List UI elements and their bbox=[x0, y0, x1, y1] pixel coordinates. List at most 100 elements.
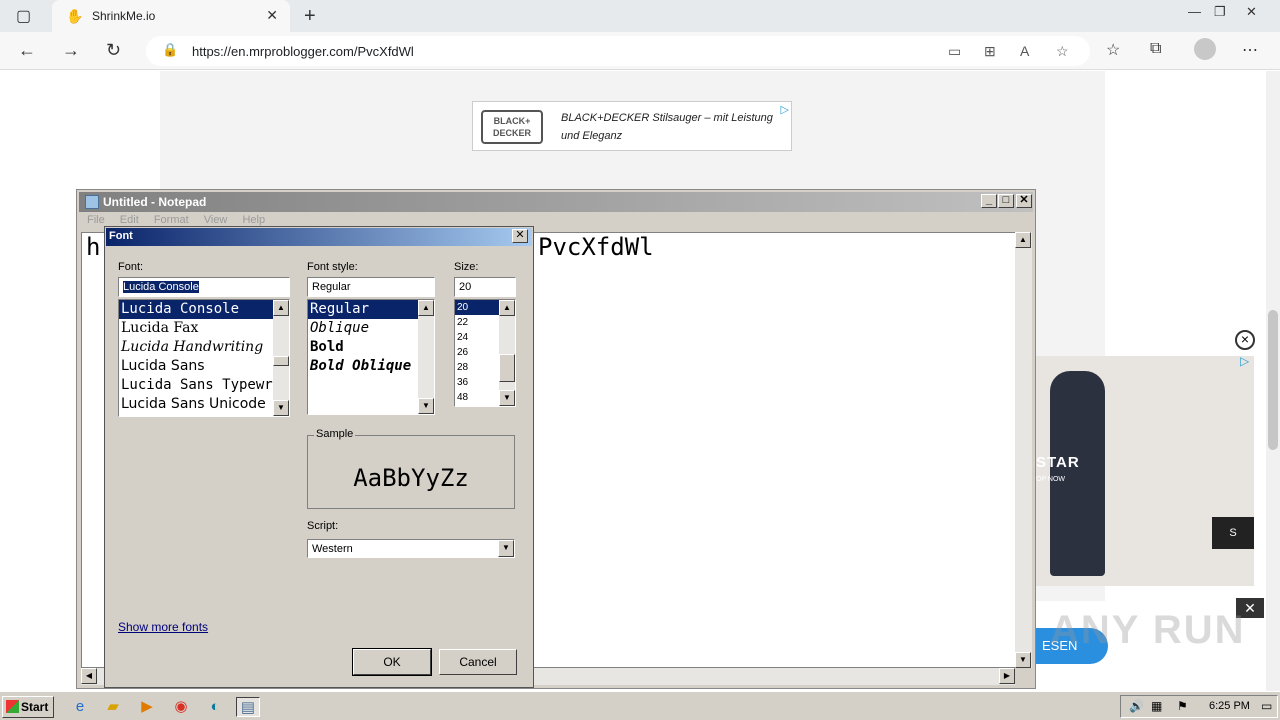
font-item-lucida-sans[interactable]: Lucida Sans bbox=[119, 357, 289, 376]
font-item-lucida-console[interactable]: Lucida Console bbox=[119, 300, 289, 319]
show-more-fonts-link[interactable]: Show more fonts bbox=[118, 620, 208, 634]
notepad-vertical-scrollbar[interactable]: ▲ ▼ bbox=[1015, 232, 1032, 668]
side-fashion-ad[interactable]: STAR OP NOW bbox=[1036, 356, 1254, 586]
style-item-bold-oblique[interactable]: Bold Oblique bbox=[308, 357, 434, 376]
address-bar[interactable]: 🔒 https://en.mrproblogger.com/PvcXfdWl ▭… bbox=[146, 36, 1090, 66]
clock[interactable]: 6:25 PM bbox=[1209, 700, 1250, 712]
window-minimize-button[interactable]: — bbox=[1188, 4, 1201, 19]
style-item-regular[interactable]: Regular bbox=[308, 300, 434, 319]
menu-file[interactable]: File bbox=[87, 214, 105, 226]
style-list-scrollbar[interactable]: ▲ ▼ bbox=[418, 300, 434, 414]
font-item-lucida-handwriting[interactable]: Lucida Handwriting bbox=[119, 338, 289, 357]
size-input[interactable]: 20 bbox=[454, 277, 516, 297]
font-item-lucida-sans-typewriter[interactable]: Lucida Sans Typewriter bbox=[119, 376, 289, 395]
size-list[interactable]: 20 22 24 26 28 36 48 ▲ ▼ bbox=[454, 299, 516, 407]
taskbar: Start e ▰ ▶ ◉ ◐ ▤ 🔊 ▦ ⚑ 6:25 PM ▭ bbox=[0, 691, 1280, 720]
window-restore-button[interactable]: ❐ bbox=[1214, 4, 1226, 20]
size-list-scrollbar[interactable]: ▲ ▼ bbox=[499, 300, 515, 406]
add-favorite-icon[interactable]: ☆ bbox=[1056, 43, 1069, 60]
size-list-down-arrow-icon[interactable]: ▼ bbox=[499, 390, 515, 406]
collections-icon[interactable]: ⧉ bbox=[1150, 40, 1161, 58]
network-icon[interactable]: ▦ bbox=[1151, 699, 1162, 713]
font-list-thumb[interactable] bbox=[273, 356, 289, 366]
tab-shrinkme[interactable]: ✋ ShrinkMe.io ✕ bbox=[52, 0, 290, 32]
tab-close-button[interactable]: ✕ bbox=[266, 7, 278, 24]
font-item-lucida-sans-unicode[interactable]: Lucida Sans Unicode bbox=[119, 395, 289, 414]
font-style-list[interactable]: Regular Oblique Bold Bold Oblique ▲ ▼ bbox=[307, 299, 435, 415]
top-banner-ad[interactable]: BLACK+ DECKER BLACK+DECKER Stilsauger – … bbox=[472, 101, 792, 151]
side-ad-brand: STAR bbox=[1036, 454, 1080, 471]
notepad-maximize-button[interactable]: □ bbox=[998, 194, 1014, 208]
page-scrollbar-thumb[interactable] bbox=[1268, 310, 1278, 450]
extensions-grid-icon[interactable]: ⊞ bbox=[984, 43, 996, 60]
menu-format[interactable]: Format bbox=[154, 214, 189, 226]
new-tab-button[interactable]: + bbox=[304, 5, 316, 28]
menu-view[interactable]: View bbox=[204, 214, 228, 226]
font-list-up-arrow-icon[interactable]: ▲ bbox=[273, 300, 289, 316]
edge-icon[interactable]: ◐ bbox=[203, 697, 227, 717]
style-item-bold[interactable]: Bold bbox=[308, 338, 434, 357]
media-player-icon[interactable]: ▶ bbox=[135, 697, 159, 717]
sample-label: Sample bbox=[314, 428, 356, 440]
style-list-down-arrow-icon[interactable]: ▼ bbox=[418, 398, 434, 414]
size-list-thumb[interactable] bbox=[499, 354, 515, 382]
scroll-right-arrow-icon[interactable]: ▶ bbox=[999, 668, 1015, 684]
ad-headline[interactable]: BLACK+DECKER Stilsauger – mit Leistung u… bbox=[561, 109, 786, 145]
back-arrow-icon[interactable]: ← bbox=[18, 40, 36, 61]
side-ad-close-icon[interactable]: × bbox=[1235, 330, 1255, 350]
menu-help[interactable]: Help bbox=[242, 214, 265, 226]
show-desktop-icon[interactable]: ▭ bbox=[1261, 699, 1272, 713]
notepad-close-button[interactable]: ✕ bbox=[1016, 194, 1032, 208]
font-style-input[interactable]: Regular bbox=[307, 277, 435, 297]
read-aloud-icon[interactable]: A bbox=[1020, 43, 1029, 59]
start-button[interactable]: Start bbox=[2, 696, 54, 718]
font-list-down-arrow-icon[interactable]: ▼ bbox=[273, 400, 289, 416]
font-dialog-close-button[interactable]: ✕ bbox=[512, 229, 528, 243]
script-select[interactable]: Western ▼ bbox=[307, 539, 515, 558]
notepad-titlebar[interactable]: Untitled - Notepad _ □ ✕ bbox=[79, 192, 1033, 212]
notepad-minimize-button[interactable]: _ bbox=[981, 194, 997, 208]
more-menu-icon[interactable]: ⋯ bbox=[1242, 40, 1258, 60]
font-name-input[interactable]: Lucida Console bbox=[118, 277, 290, 297]
adchoices-icon[interactable]: ▷ bbox=[781, 103, 789, 116]
style-item-oblique[interactable]: Oblique bbox=[308, 319, 434, 338]
ie-icon[interactable]: e bbox=[68, 697, 92, 717]
font-dialog-titlebar[interactable]: Font ✕ bbox=[106, 228, 532, 246]
lock-icon[interactable]: 🔒 bbox=[162, 42, 178, 58]
notepad-task-icon[interactable]: ▤ bbox=[236, 697, 260, 717]
window-close-button[interactable]: ✕ bbox=[1246, 4, 1257, 20]
model-figure bbox=[1050, 371, 1105, 576]
ok-button[interactable]: OK bbox=[352, 648, 432, 676]
windows-flag-icon bbox=[6, 700, 19, 713]
volume-icon[interactable]: 🔊 bbox=[1129, 699, 1144, 713]
profile-avatar[interactable] bbox=[1194, 38, 1216, 60]
folder-icon[interactable]: ▰ bbox=[101, 697, 125, 717]
forward-arrow-icon[interactable]: → bbox=[62, 40, 80, 61]
scroll-down-arrow-icon[interactable]: ▼ bbox=[1015, 652, 1031, 668]
action-center-flag-icon[interactable]: ⚑ bbox=[1177, 699, 1188, 713]
refresh-icon[interactable]: ↻ bbox=[106, 40, 121, 61]
chevron-down-icon[interactable]: ▼ bbox=[498, 540, 514, 557]
font-list-scrollbar[interactable]: ▲ ▼ bbox=[273, 300, 289, 416]
menu-edit[interactable]: Edit bbox=[120, 214, 139, 226]
cancel-button[interactable]: Cancel bbox=[439, 649, 517, 675]
favorites-icon[interactable]: ☆ bbox=[1106, 40, 1120, 60]
scroll-up-arrow-icon[interactable]: ▲ bbox=[1015, 232, 1031, 248]
url-text[interactable]: https://en.mrproblogger.com/PvcXfdWl bbox=[192, 44, 414, 59]
chrome-icon[interactable]: ◉ bbox=[169, 697, 193, 717]
sample-text: AaBbYyZz bbox=[353, 464, 469, 492]
font-name-list[interactable]: Lucida Console Lucida Fax Lucida Handwri… bbox=[118, 299, 290, 417]
notepad-icon bbox=[85, 195, 99, 209]
black-decker-logo: BLACK+ DECKER bbox=[481, 110, 543, 144]
app-available-icon[interactable]: ▭ bbox=[948, 43, 961, 60]
style-list-up-arrow-icon[interactable]: ▲ bbox=[418, 300, 434, 316]
size-list-up-arrow-icon[interactable]: ▲ bbox=[499, 300, 515, 316]
scroll-left-arrow-icon[interactable]: ◀ bbox=[81, 668, 97, 684]
font-item-lucida-fax[interactable]: Lucida Fax bbox=[119, 319, 289, 338]
tab-actions-icon[interactable]: ▢ bbox=[16, 6, 31, 26]
start-label: Start bbox=[21, 700, 49, 714]
font-name-value: Lucida Console bbox=[123, 281, 199, 293]
side-adchoices-icon[interactable]: ▷ bbox=[1240, 354, 1249, 368]
side-ad-button[interactable]: S bbox=[1212, 517, 1254, 549]
size-label: Size: bbox=[454, 261, 479, 273]
